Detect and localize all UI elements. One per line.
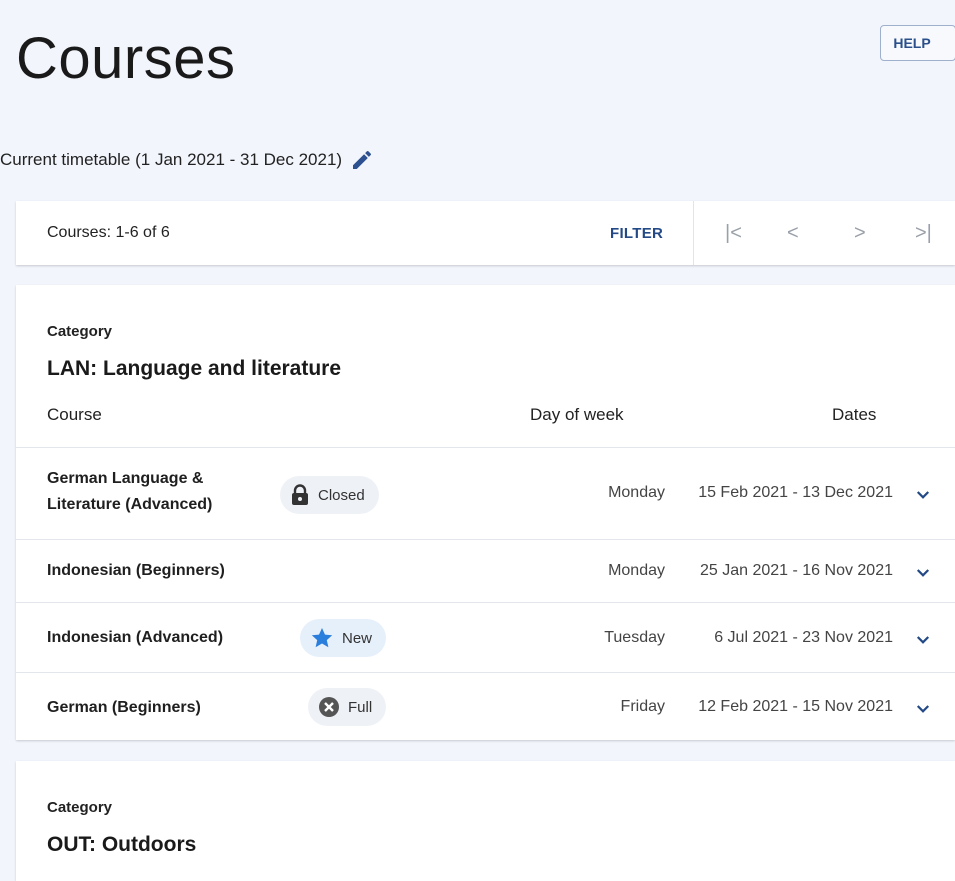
category-name: OUT: Outdoors <box>47 833 197 856</box>
chevron-down-icon[interactable] <box>914 631 932 649</box>
status-badge: Closed <box>280 476 379 514</box>
star-icon <box>311 628 333 648</box>
course-name: Indonesian (Beginners) <box>47 562 225 579</box>
help-button[interactable]: HELP <box>880 25 955 61</box>
status-badge-label: Closed <box>318 486 365 504</box>
category-label: Category <box>47 323 113 340</box>
courses-toolbar: Courses: 1-6 of 6 FILTER |< < > >| <box>16 201 955 265</box>
chevron-down-icon[interactable] <box>914 700 932 718</box>
status-badge-label: Full <box>348 698 373 716</box>
course-day: Friday <box>620 698 665 715</box>
chevron-down-icon[interactable] <box>914 564 932 582</box>
chevron-down-icon[interactable] <box>914 486 932 504</box>
next-page-icon[interactable]: > <box>854 201 866 265</box>
course-day: Monday <box>608 562 665 579</box>
lock-icon <box>292 484 308 505</box>
pencil-icon[interactable] <box>350 148 374 172</box>
course-name: German Language & Literature (Advanced) <box>47 470 213 513</box>
course-row[interactable]: Indonesian (Advanced) New Tuesday 6 Jul … <box>16 602 955 672</box>
category-name: LAN: Language and literature <box>47 357 342 380</box>
x-circle-icon <box>319 697 339 717</box>
prev-page-icon[interactable]: < <box>787 201 799 265</box>
filter-button[interactable]: FILTER <box>610 201 663 265</box>
last-page-icon[interactable]: >| <box>915 201 932 265</box>
toolbar-divider <box>693 201 694 265</box>
column-header-course: Course <box>47 405 102 424</box>
course-day: Monday <box>608 484 665 501</box>
course-row[interactable]: Indonesian (Beginners) Monday 25 Jan 202… <box>16 539 955 602</box>
status-badge: Full <box>308 688 387 726</box>
course-dates: 6 Jul 2021 - 23 Nov 2021 <box>714 629 893 646</box>
status-badge: New <box>300 619 387 657</box>
status-badge-label: New <box>342 629 373 647</box>
category-label: Category <box>47 799 113 816</box>
course-dates: 12 Feb 2021 - 15 Nov 2021 <box>698 698 893 715</box>
course-name: German (Beginners) <box>47 699 201 716</box>
course-row[interactable]: German Language & Literature (Advanced) … <box>16 447 955 539</box>
course-dates: 25 Jan 2021 - 16 Nov 2021 <box>699 562 893 579</box>
first-page-icon[interactable]: |< <box>725 201 742 265</box>
courses-count: Courses: 1-6 of 6 <box>47 224 170 241</box>
course-name: Indonesian (Advanced) <box>47 629 224 646</box>
course-day: Tuesday <box>604 629 665 646</box>
timetable-label: Current timetable (1 Jan 2021 - 31 Dec 2… <box>0 150 343 169</box>
page-title: Courses <box>16 26 236 91</box>
timetable-selector: Current timetable (1 Jan 2021 - 31 Dec 2… <box>0 148 374 172</box>
column-header-day: Day of week <box>530 405 624 424</box>
course-dates: 15 Feb 2021 - 13 Dec 2021 <box>698 484 893 501</box>
column-header-dates: Dates <box>832 405 877 424</box>
course-row[interactable]: German (Beginners) Full Friday 12 Feb 20… <box>16 672 955 740</box>
category-card: Category OUT: Outdoors <box>16 761 955 881</box>
category-card: Category LAN: Language and literature Co… <box>16 285 955 740</box>
